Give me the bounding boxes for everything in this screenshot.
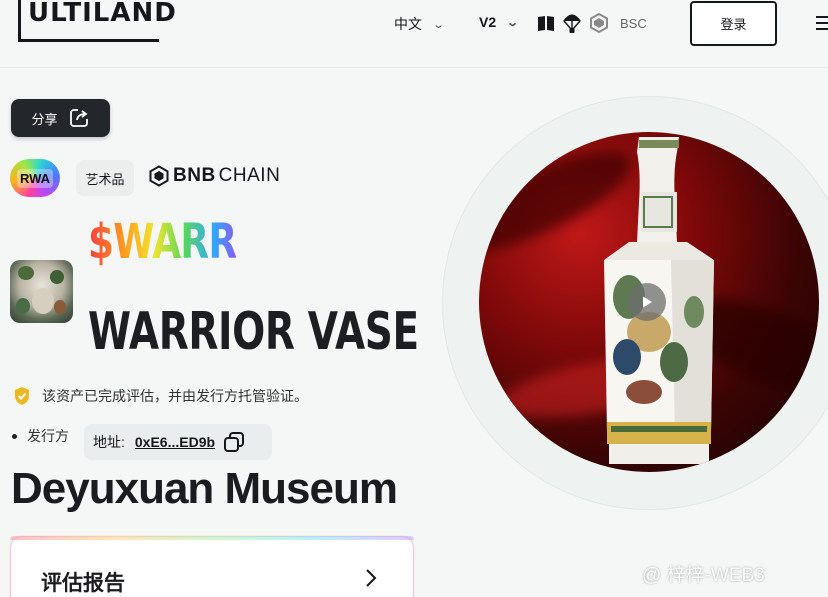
menu-icon[interactable] bbox=[816, 16, 828, 30]
bnb-chain-light: CHAIN bbox=[218, 165, 281, 186]
verification-note: 该资产已完成评估，并由发行方托管验证。 bbox=[12, 386, 308, 406]
address-box: 地址: 0xE6...ED9b bbox=[84, 424, 272, 460]
report-title: 评估报告 bbox=[41, 572, 125, 595]
bullet bbox=[12, 433, 17, 439]
share-button[interactable]: 分享 bbox=[11, 99, 110, 137]
language-label: 中文 bbox=[394, 16, 422, 32]
shield-check-icon bbox=[15, 387, 29, 405]
watermark-text: @ 梓梓-WEB3 bbox=[642, 565, 765, 586]
chevron-down-icon: ⌄ bbox=[432, 18, 446, 31]
chain-selector[interactable]: BSC bbox=[536, 12, 647, 34]
parachute-icon bbox=[563, 14, 581, 33]
copy-icon[interactable] bbox=[223, 431, 245, 453]
watermark: @ 梓梓-WEB3 bbox=[642, 560, 765, 587]
chevron-down-icon: ⌄ bbox=[506, 16, 520, 29]
top-header: ULTILAND 中文 ⌄ V2 ⌄ BSC 登录 bbox=[0, 0, 828, 68]
token-thumbnail bbox=[10, 260, 73, 323]
bnb-chain-tag: BNB CHAIN bbox=[148, 165, 280, 187]
login-button[interactable]: 登录 bbox=[690, 1, 777, 46]
ultiland-logo[interactable]: ULTILAND bbox=[14, 0, 179, 44]
art-tag: 艺术品 bbox=[76, 160, 134, 196]
language-selector[interactable]: 中文 ⌄ bbox=[394, 14, 446, 34]
logo-text: ULTILAND bbox=[28, 0, 177, 28]
address-link[interactable]: 0xE6...ED9b bbox=[135, 434, 215, 450]
share-label: 分享 bbox=[31, 111, 58, 127]
issuer-label: 发行方 bbox=[27, 428, 69, 444]
share-icon bbox=[69, 109, 88, 127]
verification-text: 该资产已完成评估，并由发行方托管验证。 bbox=[42, 388, 308, 404]
logo-underline bbox=[18, 39, 159, 42]
chevron-right-icon bbox=[366, 569, 377, 587]
play-icon bbox=[643, 296, 652, 308]
book-icon bbox=[538, 16, 554, 31]
bnb-icon bbox=[149, 165, 169, 187]
token-ticker: $WARR bbox=[88, 214, 237, 270]
issuer-name: Deyuxuan Museum bbox=[11, 464, 398, 513]
chain-label: BSC bbox=[620, 15, 647, 31]
version-label: V2 bbox=[479, 14, 497, 30]
issuer-row: 发行方 bbox=[12, 426, 69, 446]
play-button[interactable] bbox=[628, 283, 666, 321]
rwa-label: RWA bbox=[16, 168, 54, 188]
bnb-icon bbox=[590, 12, 608, 34]
bnb-chain-bold: BNB bbox=[173, 165, 216, 186]
token-name: WARRIOR VASE bbox=[88, 302, 419, 362]
logo-bar bbox=[18, 0, 21, 40]
rwa-tag: RWA bbox=[10, 159, 60, 197]
version-selector[interactable]: V2 ⌄ bbox=[479, 14, 520, 30]
valuation-report-card[interactable]: 评估报告 bbox=[10, 536, 414, 597]
address-label: 地址: bbox=[93, 434, 125, 450]
